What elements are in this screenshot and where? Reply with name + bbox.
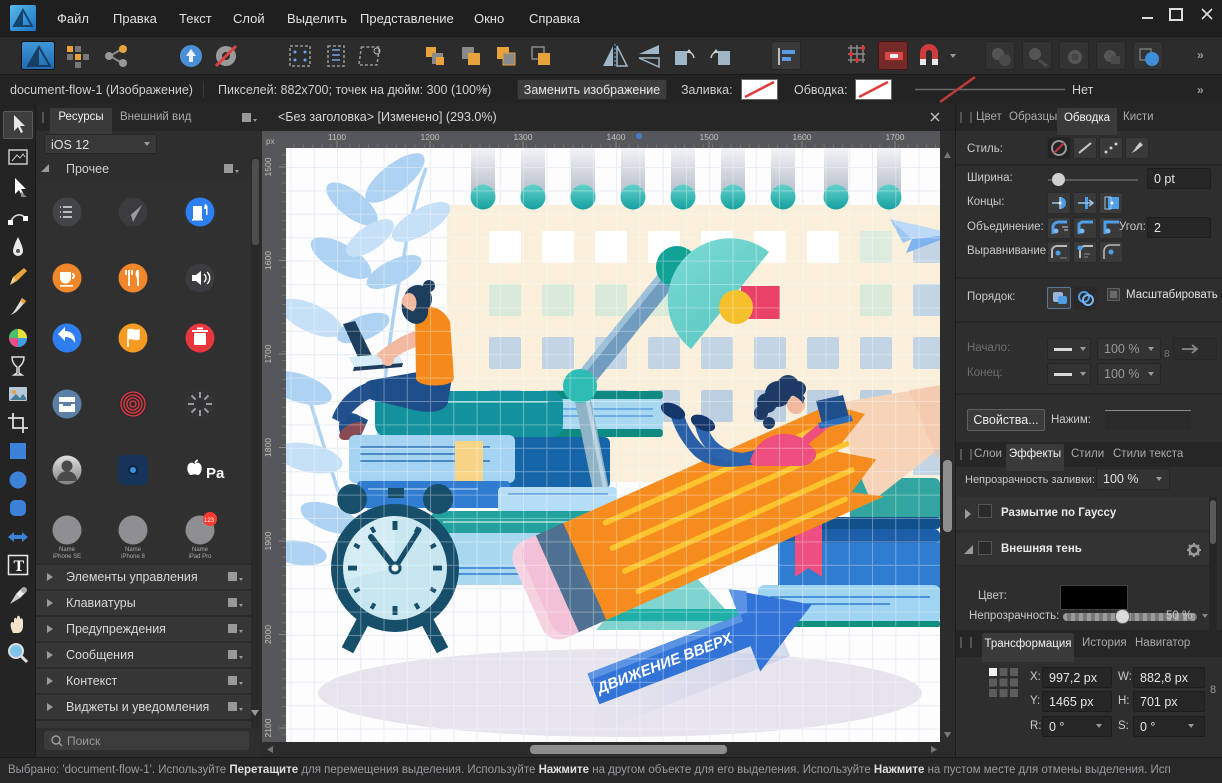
svg-text:T: T — [14, 558, 25, 575]
svg-text:123: 123 — [204, 518, 215, 524]
svg-text:1800: 1800 — [263, 438, 273, 457]
svg-text:Pa: Pa — [206, 465, 225, 482]
svg-text:1700: 1700 — [263, 344, 273, 363]
svg-text:1500: 1500 — [700, 132, 719, 142]
svg-text:iPad Pro: iPad Pro — [188, 554, 212, 560]
svg-text:iPhone SE: iPhone SE — [53, 554, 81, 560]
svg-text:1300: 1300 — [514, 132, 533, 142]
svg-text:Name: Name — [192, 547, 209, 553]
svg-text:1900: 1900 — [263, 531, 273, 550]
svg-text:iPhone 8: iPhone 8 — [121, 554, 145, 560]
svg-text:2100: 2100 — [263, 718, 273, 737]
svg-text:1100: 1100 — [328, 132, 347, 142]
svg-text:1700: 1700 — [886, 132, 905, 142]
svg-text:1600: 1600 — [263, 251, 273, 270]
svg-text:2000: 2000 — [263, 625, 273, 644]
svg-text:Name: Name — [59, 547, 76, 553]
svg-text:1400: 1400 — [607, 132, 626, 142]
svg-text:Name: Name — [125, 547, 142, 553]
svg-text:1200: 1200 — [421, 132, 440, 142]
svg-text:1600: 1600 — [793, 132, 812, 142]
svg-text:1500: 1500 — [263, 157, 273, 176]
